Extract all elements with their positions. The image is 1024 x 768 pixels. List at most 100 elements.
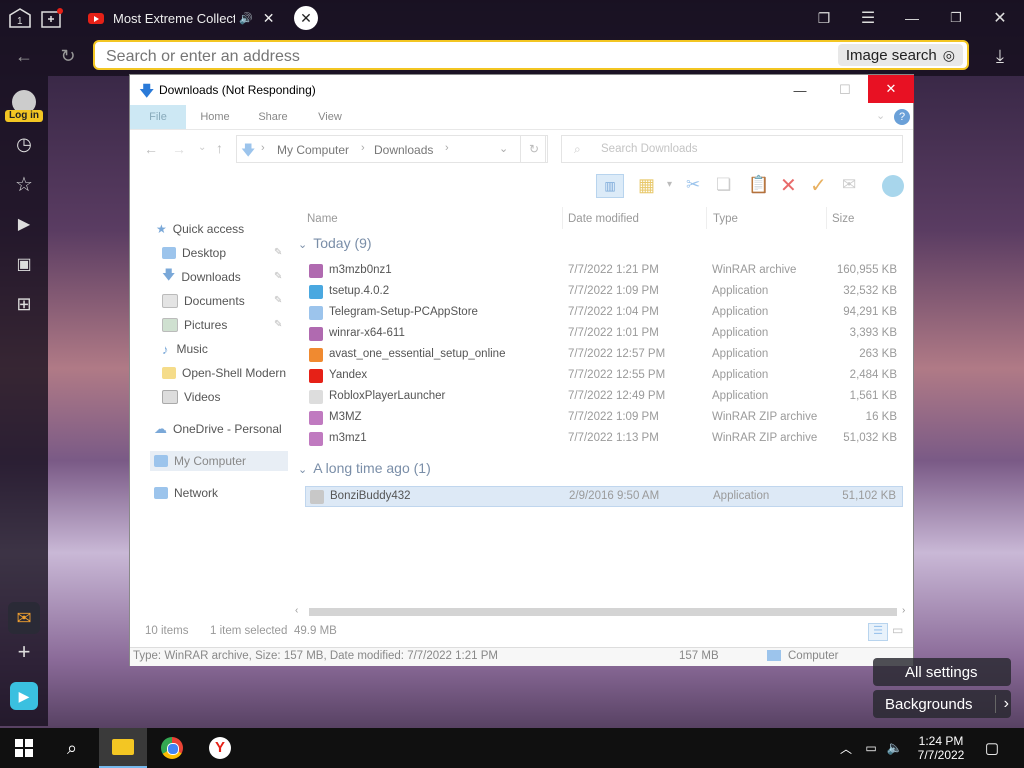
add-icon[interactable]: + <box>8 638 40 666</box>
forward-arrow-icon[interactable]: → <box>172 141 186 157</box>
refresh-button[interactable]: ↻ <box>520 135 548 163</box>
close-icon[interactable]: ✕ <box>990 8 1010 28</box>
back-arrow-icon[interactable]: ← <box>144 141 158 157</box>
download-icon[interactable]: ⤓ <box>990 46 1010 66</box>
screenshot-icon[interactable]: ▣ <box>12 252 36 276</box>
breadcrumb-dropdown-icon[interactable]: ⌄ <box>499 142 508 155</box>
table-row[interactable]: m3mz1 7/7/2022 1:13 PM WinRAR ZIP archive 5… <box>305 429 903 450</box>
table-row[interactable]: RobloxPlayerLauncher 7/7/2022 12:49 PM App… <box>305 387 903 408</box>
details-view-icon[interactable]: ☰ <box>868 623 888 641</box>
copy-icon[interactable]: ❏ <box>716 175 731 195</box>
breadcrumb[interactable]: 🡇 › My Computer › Downloads › ⌄ <box>236 135 546 163</box>
bookmarks-icon[interactable]: ☆ <box>12 172 36 196</box>
horizontal-scrollbar[interactable]: ‹ › <box>293 605 913 619</box>
scroll-left-icon[interactable]: ‹ <box>295 605 298 616</box>
back-icon[interactable]: ← <box>14 46 34 66</box>
scroll-right-icon[interactable]: › <box>902 605 905 616</box>
rename-check-icon[interactable]: ✓ <box>810 173 827 198</box>
new-tab-button[interactable]: ✕ <box>294 6 318 30</box>
table-row[interactable]: avast_one_essential_setup_online 7/7/2022… <box>305 345 903 366</box>
search-taskbar-icon[interactable]: ⌕ <box>50 728 94 768</box>
table-row[interactable]: BonziBuddy432 2/9/2016 9:50 AM Application… <box>305 486 903 507</box>
start-button[interactable] <box>0 728 48 768</box>
nav-my-computer[interactable]: My Computer <box>150 451 288 471</box>
table-row[interactable]: Telegram-Setup-PCAppStore 7/7/2022 1:04 P… <box>305 303 903 324</box>
tray-chevron-icon[interactable]: ︿ <box>836 728 856 768</box>
nav-music[interactable]: ♪ Music <box>162 339 208 359</box>
breadcrumb-downloads[interactable]: Downloads <box>374 143 433 157</box>
tabs-counter-icon[interactable]: 1 <box>7 6 33 30</box>
browser-tab[interactable]: Most Extreme Collect 🔊 ✕ <box>80 4 280 32</box>
window-minimize-button[interactable]: — <box>777 75 823 105</box>
collections-icon[interactable]: ❐ <box>814 8 834 28</box>
nav-open-shell[interactable]: Open-Shell Modern <box>162 363 286 383</box>
group-header[interactable]: ⌄ A long time ago (1) <box>298 460 431 476</box>
nav-downloads[interactable]: 🡇 Downloads <box>162 267 241 287</box>
paste-icon[interactable]: 📋 <box>748 175 769 195</box>
search-box[interactable]: ⌕ Search Downloads <box>561 135 903 163</box>
breadcrumb-my-computer[interactable]: My Computer <box>277 143 349 157</box>
help-icon[interactable]: ? <box>894 109 910 125</box>
nav-onedrive[interactable]: ☁ OneDrive - Personal <box>154 419 282 439</box>
window-close-button[interactable]: ✕ <box>868 75 914 103</box>
new-window-icon[interactable] <box>39 6 65 30</box>
minimize-icon[interactable]: — <box>902 8 922 28</box>
restore-icon[interactable]: ❐ <box>946 8 966 28</box>
column-date[interactable]: Date modified <box>568 213 639 225</box>
layout-dropdown-icon[interactable]: ▾ <box>667 179 672 190</box>
table-row[interactable]: m3mzb0nz1 7/7/2022 1:21 PM WinRAR archive 1… <box>305 261 903 282</box>
network-tray-icon[interactable]: ▭ <box>860 728 882 768</box>
reload-icon[interactable]: ↻ <box>58 46 78 66</box>
all-settings-button[interactable]: All settings <box>873 658 1011 686</box>
menu-icon[interactable]: ☰ <box>858 8 878 28</box>
globe-icon[interactable] <box>882 175 904 197</box>
notification-icon[interactable]: ▢ <box>980 728 1004 768</box>
table-row[interactable]: M3MZ 7/7/2022 1:09 PM WinRAR ZIP archive 16… <box>305 408 903 429</box>
history-icon[interactable]: ◷ <box>12 132 36 156</box>
table-row[interactable]: Yandex 7/7/2022 12:55 PM Application 2,484 … <box>305 366 903 387</box>
properties-icon[interactable]: ✉ <box>842 175 856 195</box>
file-explorer-taskbar-icon[interactable] <box>99 728 147 768</box>
address-input[interactable] <box>104 46 808 68</box>
nav-quick-access[interactable]: ★ Quick access <box>156 219 244 239</box>
column-size[interactable]: Size <box>832 213 854 225</box>
ribbon-expand-icon[interactable]: ⌄ <box>876 109 885 122</box>
apps-grid-icon[interactable]: ⊞ <box>12 292 36 316</box>
delete-icon[interactable]: ✕ <box>780 173 797 198</box>
volume-tray-icon[interactable]: 🔈 <box>884 728 906 768</box>
window-maximize-button[interactable]: ☐ <box>822 75 868 105</box>
cut-icon[interactable]: ✂ <box>686 175 700 195</box>
speaker-icon[interactable]: 🔊 <box>239 12 253 25</box>
up-arrow-icon[interactable]: ↑ <box>216 140 223 156</box>
tab-close-icon[interactable]: ✕ <box>263 10 275 27</box>
scroll-thumb[interactable] <box>309 608 897 616</box>
nav-videos[interactable]: Videos <box>162 387 220 407</box>
mail-icon[interactable]: ✉ <box>8 602 40 634</box>
table-row[interactable]: tsetup.4.0.2 7/7/2022 1:09 PM Application 3… <box>305 282 903 303</box>
clock[interactable]: 1:24 PM 7/7/2022 <box>910 728 972 768</box>
tiles-view-icon[interactable]: ▭ <box>892 623 903 637</box>
tab-home[interactable]: Home <box>190 105 240 129</box>
layout-icon[interactable]: ▦ <box>638 175 655 196</box>
tab-file[interactable]: File <box>130 105 186 129</box>
table-row[interactable]: winrar-x64-611 7/7/2022 1:01 PM Applicatio… <box>305 324 903 345</box>
backgrounds-button[interactable]: Backgrounds › <box>873 690 1011 718</box>
video-icon[interactable]: ▶ <box>12 212 36 236</box>
nav-pictures[interactable]: Pictures <box>162 315 227 335</box>
login-badge[interactable]: Log in <box>5 110 43 122</box>
column-name[interactable]: Name <box>307 213 338 225</box>
chrome-taskbar-icon[interactable] <box>148 728 196 768</box>
recent-dropdown-icon[interactable]: ⌄ <box>198 142 206 153</box>
tab-view[interactable]: View <box>305 105 355 129</box>
column-type[interactable]: Type <box>713 213 738 225</box>
nav-desktop[interactable]: Desktop <box>162 243 226 263</box>
preview-pane-icon[interactable]: ▥ <box>596 174 624 198</box>
nav-network[interactable]: Network <box>154 483 218 503</box>
window-titlebar[interactable]: 🡇 Downloads (Not Responding) — ☐ ✕ <box>130 75 914 105</box>
tab-share[interactable]: Share <box>248 105 298 129</box>
address-bar[interactable]: Image search ◎ <box>93 40 969 70</box>
image-search-button[interactable]: Image search ◎ <box>837 44 963 66</box>
messenger-icon[interactable]: ▶ <box>10 682 38 710</box>
yandex-taskbar-icon[interactable]: Y <box>196 728 244 768</box>
group-header[interactable]: ⌄ Today (9) <box>298 235 372 251</box>
